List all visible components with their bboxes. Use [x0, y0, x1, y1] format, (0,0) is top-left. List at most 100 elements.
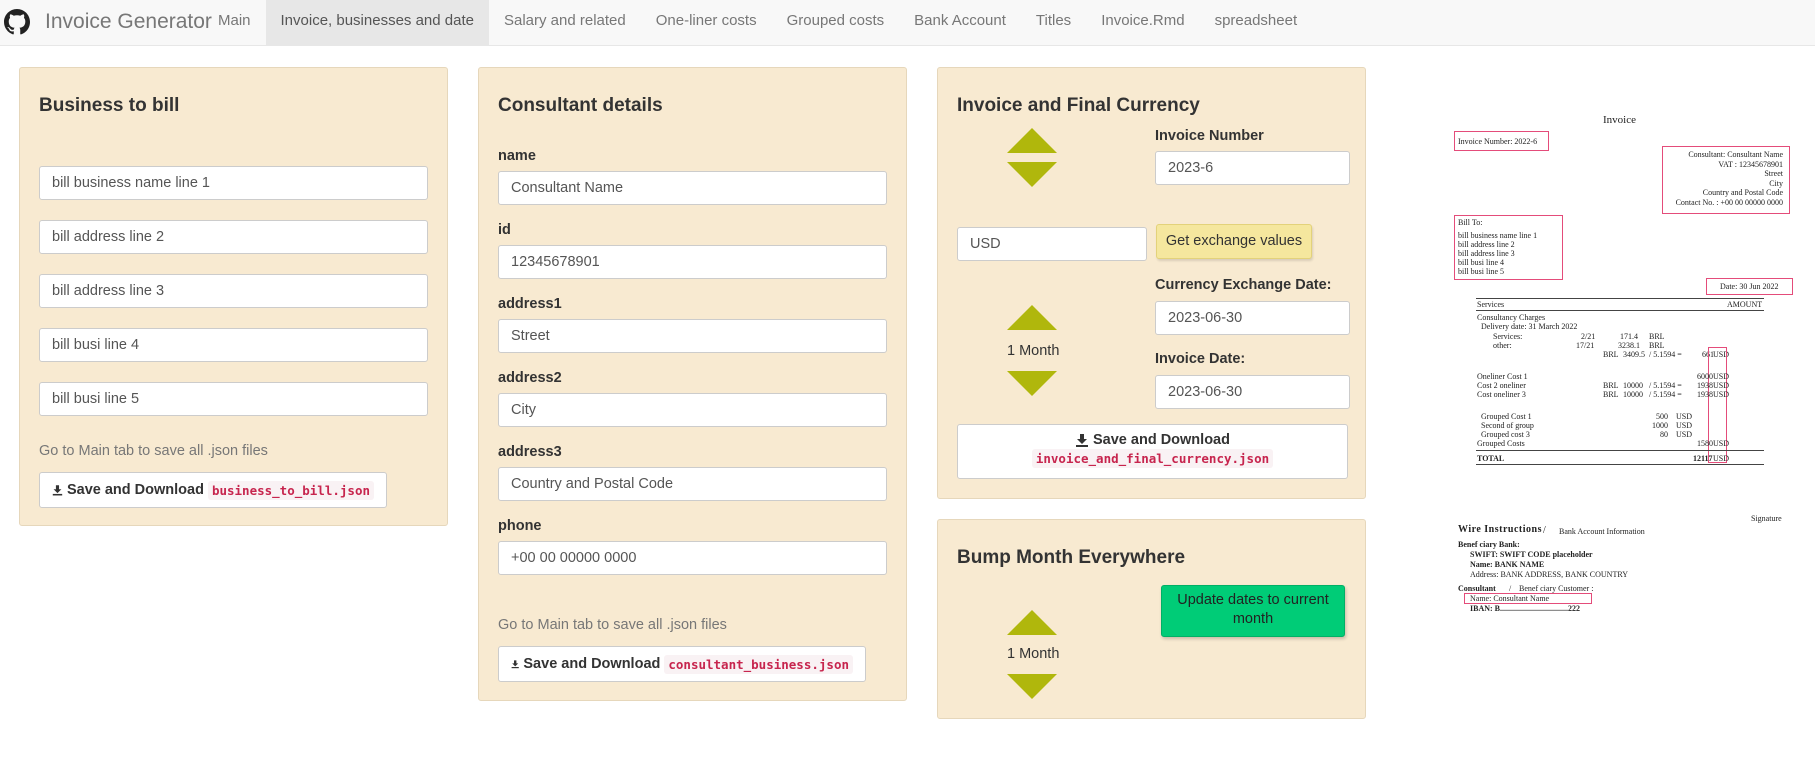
business-save-label: Save and Download [66, 482, 204, 498]
preview-other-label: other: [1493, 341, 1512, 350]
consultant-name-label: name [498, 148, 536, 164]
invoice-save-button[interactable]: Save and Download invoice_and_final_curr… [957, 424, 1348, 479]
preview-consultant-line: Street [1764, 169, 1783, 178]
download-icon [52, 485, 63, 496]
business-panel: Business to bill bill business name line… [19, 67, 448, 526]
preview-oneliner-label: Cost oneliner 3 [1477, 390, 1526, 399]
preview-customer-name: Name: Consultant Name [1470, 594, 1550, 603]
preview-consultant-line: City [1769, 178, 1783, 188]
preview-subtotal-value: 3409.5 [1623, 350, 1645, 359]
preview-services-header: Services [1477, 300, 1505, 309]
preview-table-rule [1476, 310, 1764, 311]
preview-subtotal-rate: / 5.1594 = [1649, 350, 1682, 359]
bill-line-1-input[interactable]: bill business name line 1 [39, 166, 428, 200]
bill-line-4-input[interactable]: bill busi line 4 [39, 328, 428, 362]
preview-swift: SWIFT: SWIFT CODE placeholder [1470, 550, 1593, 559]
preview-consultant-line: Contact No. : +00 00 00000 0000 [1675, 197, 1783, 207]
invoice-preview: Invoice Invoice Number: 2022-6 Consultan… [1450, 110, 1795, 630]
currency-input[interactable]: USD [957, 227, 1147, 261]
bill-line-3-input[interactable]: bill address line 3 [39, 274, 428, 308]
exchange-date-input[interactable]: 2023-06-30 [1155, 301, 1350, 335]
invoice-number-decrement-arrow[interactable] [1007, 162, 1057, 187]
tab-invoice-businesses-date[interactable]: Invoice, businesses and date [265, 0, 489, 46]
bump-increment-arrow[interactable] [1007, 610, 1057, 635]
preview-oneliner-unit: USD [1713, 390, 1730, 399]
update-dates-button[interactable]: Update dates to current month [1161, 585, 1345, 637]
consultant-save-label: Save and Download [523, 656, 661, 672]
github-icon[interactable] [4, 9, 30, 35]
preview-oneliner-amount: 1938 [1697, 390, 1713, 399]
invoice-number-increment-arrow[interactable] [1007, 128, 1057, 153]
invoice-panel-title: Invoice and Final Currency [957, 95, 1200, 116]
preview-bill-to-line: bill busi line 5 [1458, 267, 1504, 276]
preview-delivery: Delivery date: 31 March 2022 [1481, 322, 1578, 331]
preview-consultant-line: Country and Postal Code [1702, 188, 1783, 197]
preview-table-rule [1476, 298, 1764, 299]
navbar: Invoice Generator Main Invoice, business… [0, 0, 1815, 46]
consultant-address3-label: address3 [498, 444, 562, 460]
invoice-date-label: Invoice Date: [1155, 351, 1246, 367]
tab-grouped-costs[interactable]: Grouped costs [772, 0, 900, 46]
consultant-panel: Consultant details name Consultant Name … [478, 67, 907, 701]
consultant-name-input[interactable]: Consultant Name [498, 171, 887, 205]
invoice-save-label: Save and Download [1093, 432, 1230, 448]
exchange-date-increment-arrow[interactable] [1007, 305, 1057, 330]
preview-grand-total-unit: USD [1713, 454, 1730, 463]
preview-grouped-total-amount: 1580 [1697, 439, 1713, 448]
consultant-id-input[interactable]: 12345678901 [498, 245, 887, 279]
bump-decrement-arrow[interactable] [1007, 674, 1057, 699]
tab-invoice-rmd[interactable]: Invoice.Rmd [1086, 0, 1199, 46]
consultant-save-hint: Go to Main tab to save all .json files [498, 617, 727, 633]
bill-line-2-input[interactable]: bill address line 2 [39, 220, 428, 254]
consultant-panel-title: Consultant details [498, 95, 663, 116]
preview-wire-title: Wire Instructions [1458, 524, 1542, 535]
preview-invoice-number: Invoice Number: 2022-6 [1458, 137, 1538, 146]
consultant-phone-label: phone [498, 518, 542, 534]
preview-date: Date: 30 Jun 2022 [1720, 282, 1779, 291]
consultant-address1-label: address1 [498, 296, 562, 312]
preview-consultant-line: VAT : 12345678901 [1718, 159, 1783, 169]
tab-salary[interactable]: Salary and related [489, 0, 641, 46]
consultant-phone-input[interactable]: +00 00 00000 0000 [498, 541, 887, 575]
preview-grand-total-amount: 12117 [1693, 454, 1713, 463]
exchange-date-decrement-arrow[interactable] [1007, 371, 1057, 396]
invoice-panel: Invoice and Final Currency Invoice Numbe… [937, 67, 1366, 499]
tab-one-liner-costs[interactable]: One-liner costs [641, 0, 772, 46]
get-exchange-values-button[interactable]: Get exchange values [1156, 224, 1312, 259]
preview-table-rule [1476, 450, 1764, 451]
preview-beneficiary-bank: Benef ciary Bank: [1458, 540, 1520, 549]
business-save-hint: Go to Main tab to save all .json files [39, 443, 268, 459]
preview-grouped-unit: USD [1676, 430, 1693, 439]
preview-oneliner-value: 10000 [1623, 390, 1643, 399]
invoice-number-label: Invoice Number [1155, 128, 1264, 144]
consultant-address2-input[interactable]: City [498, 393, 887, 427]
preview-wire-sub: Bank Account Information [1559, 527, 1645, 536]
nav-tabs: Main Invoice, businesses and date Salary… [203, 0, 1312, 46]
invoice-date-input[interactable]: 2023-06-30 [1155, 375, 1350, 409]
preview-iban: IBAN: B.................................… [1470, 604, 1581, 613]
tab-main[interactable]: Main [203, 0, 266, 46]
download-icon [1076, 434, 1088, 447]
tab-bank-account[interactable]: Bank Account [899, 0, 1021, 46]
consultant-save-button[interactable]: Save and Download consultant_business.js… [498, 646, 866, 682]
preview-bank-address: Address: BANK ADDRESS, BANK COUNTRY [1470, 570, 1629, 579]
exchange-date-label: Currency Exchange Date: [1155, 277, 1332, 293]
app-title[interactable]: Invoice Generator [45, 9, 212, 35]
preview-title: Invoice [1603, 114, 1636, 126]
consultant-id-label: id [498, 222, 511, 238]
preview-subtotal-cur: BRL [1603, 350, 1619, 359]
bill-line-5-input[interactable]: bill busi line 5 [39, 382, 428, 416]
bump-step-label: 1 Month [1007, 646, 1060, 662]
invoice-save-filename: invoice_and_final_currency.json [1031, 449, 1274, 468]
preview-consultant-line: Consultant: Consultant Name [1688, 150, 1783, 159]
invoice-step-label: 1 Month [1007, 343, 1060, 359]
preview-grand-total-label: TOTAL [1477, 454, 1505, 463]
tab-spreadsheet[interactable]: spreadsheet [1200, 0, 1313, 46]
preview-grouped-value: 80 [1660, 430, 1668, 439]
invoice-number-input[interactable]: 2023-6 [1155, 151, 1350, 185]
consultant-address1-input[interactable]: Street [498, 319, 887, 353]
business-save-button[interactable]: Save and Download business_to_bill.json [39, 472, 387, 508]
tab-titles[interactable]: Titles [1021, 0, 1086, 46]
preview-oneliner-cur: BRL [1603, 390, 1619, 399]
consultant-address3-input[interactable]: Country and Postal Code [498, 467, 887, 501]
